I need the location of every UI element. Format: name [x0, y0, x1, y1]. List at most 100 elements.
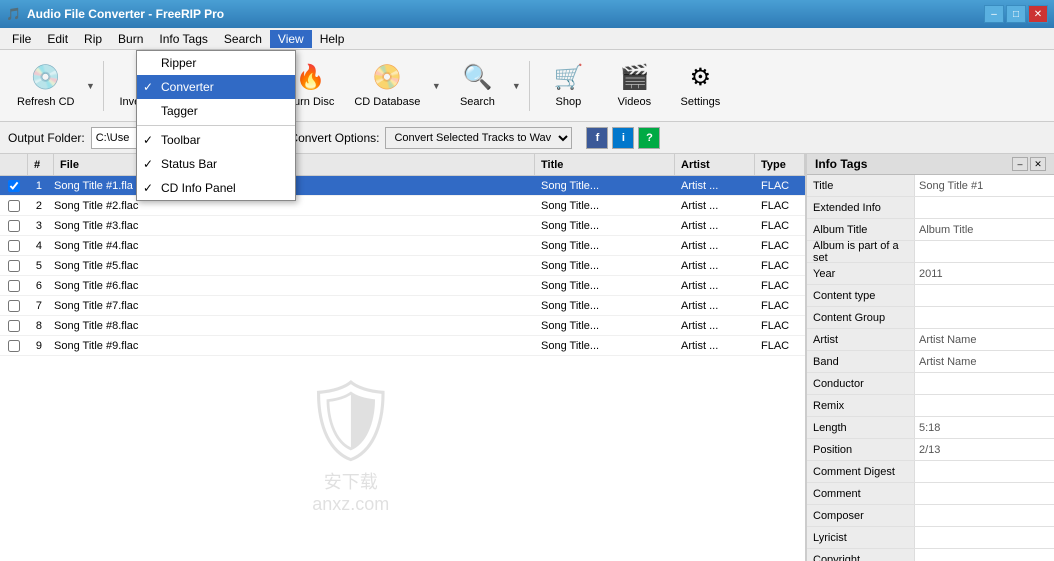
- help-button[interactable]: ?: [638, 127, 660, 149]
- menu-view[interactable]: View: [270, 30, 312, 48]
- shop-button[interactable]: 🛒 Shop: [536, 56, 600, 116]
- menu-item-toolbar[interactable]: Toolbar: [137, 128, 295, 152]
- row-title-5: Song Title...: [535, 280, 675, 292]
- info-panel-minimize[interactable]: –: [1012, 157, 1028, 171]
- toolbar-sep-1: [103, 61, 104, 111]
- row-file-1: Song Title #2.flac: [48, 200, 535, 212]
- info-label-16: Lyricist: [807, 527, 915, 548]
- info-value-11[interactable]: [915, 417, 1054, 438]
- facebook-button[interactable]: f: [586, 127, 608, 149]
- menu-bar: File Edit Rip Burn Info Tags Search View…: [0, 28, 1054, 50]
- row-checkbox-4[interactable]: [0, 260, 28, 272]
- row-checkbox-1[interactable]: [0, 200, 28, 212]
- search-group: 🔍 Search ▼: [445, 56, 523, 116]
- row-checkbox-5[interactable]: [0, 280, 28, 292]
- row-checkbox-6[interactable]: [0, 300, 28, 312]
- row-artist-7: Artist ...: [675, 320, 755, 332]
- maximize-button[interactable]: □: [1006, 5, 1026, 23]
- info-table: Title Extended Info Album Title Album is…: [807, 175, 1054, 561]
- info-value-7[interactable]: [915, 329, 1054, 350]
- menu-burn[interactable]: Burn: [110, 30, 151, 48]
- refresh-cd-arrow[interactable]: ▼: [83, 56, 97, 116]
- table-row[interactable]: 7 Song Title #7.flac Song Title... Artis…: [0, 296, 805, 316]
- refresh-cd-button[interactable]: 💿 Refresh CD: [8, 56, 83, 116]
- col-header-type: Type: [755, 154, 805, 175]
- menu-item-ripper[interactable]: Ripper: [137, 51, 295, 75]
- row-num-5: 6: [28, 280, 48, 292]
- file-rows-container: 1 Song Title #1.fla Song Title... Artist…: [0, 176, 805, 356]
- info-value-15[interactable]: [915, 505, 1054, 526]
- row-checkbox-3[interactable]: [0, 240, 28, 252]
- app-title: Audio File Converter - FreeRIP Pro: [27, 7, 224, 21]
- table-row[interactable]: 4 Song Title #4.flac Song Title... Artis…: [0, 236, 805, 256]
- info-value-6[interactable]: [915, 307, 1054, 328]
- search-button[interactable]: 🔍 Search: [445, 56, 509, 116]
- menu-item-converter[interactable]: Converter: [137, 75, 295, 99]
- info-value-9[interactable]: [915, 373, 1054, 394]
- table-row[interactable]: 3 Song Title #3.flac Song Title... Artis…: [0, 216, 805, 236]
- table-row[interactable]: 6 Song Title #6.flac Song Title... Artis…: [0, 276, 805, 296]
- row-checkbox-2[interactable]: [0, 220, 28, 232]
- info-value-2[interactable]: [915, 219, 1054, 240]
- row-checkbox-8[interactable]: [0, 340, 28, 352]
- menu-help[interactable]: Help: [312, 30, 353, 48]
- info-panel-close[interactable]: ✕: [1030, 157, 1046, 171]
- info-row: Copyright: [807, 549, 1054, 561]
- menu-search[interactable]: Search: [216, 30, 270, 48]
- info-button[interactable]: i: [612, 127, 634, 149]
- minimize-button[interactable]: –: [984, 5, 1004, 23]
- menu-item-tagger[interactable]: Tagger: [137, 99, 295, 123]
- info-row: Comment Digest: [807, 461, 1054, 483]
- title-bar-left: 🎵 Audio File Converter - FreeRIP Pro: [6, 7, 224, 21]
- table-row[interactable]: 2 Song Title #2.flac Song Title... Artis…: [0, 196, 805, 216]
- row-checkbox-0[interactable]: [0, 180, 28, 192]
- row-file-2: Song Title #3.flac: [48, 220, 535, 232]
- info-value-17[interactable]: [915, 549, 1054, 561]
- convert-options-select[interactable]: Convert Selected Tracks to Wav Convert A…: [385, 127, 572, 149]
- row-type-6: FLAC: [755, 300, 805, 312]
- info-label-8: Band: [807, 351, 915, 372]
- table-row[interactable]: 9 Song Title #9.flac Song Title... Artis…: [0, 336, 805, 356]
- table-row[interactable]: 8 Song Title #8.flac Song Title... Artis…: [0, 316, 805, 336]
- info-value-4[interactable]: [915, 263, 1054, 284]
- settings-button[interactable]: ⚙ Settings: [668, 56, 732, 116]
- menu-item-cd-info-panel[interactable]: CD Info Panel: [137, 176, 295, 200]
- info-value-1[interactable]: [915, 197, 1054, 218]
- row-type-0: FLAC: [755, 180, 805, 192]
- info-value-16[interactable]: [915, 527, 1054, 548]
- file-list: # File Title Artist Type 1 Song Title #1…: [0, 154, 806, 561]
- toolbar-sep-2: [529, 61, 530, 111]
- info-value-0[interactable]: [915, 175, 1054, 196]
- info-value-14[interactable]: [915, 483, 1054, 504]
- info-value-5[interactable]: [915, 285, 1054, 306]
- cd-database-button[interactable]: 📀 CD Database: [345, 56, 429, 116]
- table-row[interactable]: 1 Song Title #1.fla Song Title... Artist…: [0, 176, 805, 196]
- row-title-2: Song Title...: [535, 220, 675, 232]
- table-row[interactable]: 5 Song Title #5.flac Song Title... Artis…: [0, 256, 805, 276]
- row-checkbox-7[interactable]: [0, 320, 28, 332]
- info-value-13[interactable]: [915, 461, 1054, 482]
- info-panel-header: Info Tags – ✕: [807, 154, 1054, 175]
- menu-item-tagger-label: Tagger: [161, 104, 198, 118]
- row-type-4: FLAC: [755, 260, 805, 272]
- videos-button[interactable]: 🎬 Videos: [602, 56, 666, 116]
- app-icon: 🎵: [6, 7, 21, 21]
- col-header-title: Title: [535, 154, 675, 175]
- cd-database-arrow[interactable]: ▼: [429, 56, 443, 116]
- info-value-10[interactable]: [915, 395, 1054, 416]
- main-area: # File Title Artist Type 1 Song Title #1…: [0, 154, 1054, 561]
- menu-edit[interactable]: Edit: [39, 30, 76, 48]
- info-row: Comment: [807, 483, 1054, 505]
- menu-file[interactable]: File: [4, 30, 39, 48]
- menu-separator-1: [137, 125, 295, 126]
- close-button[interactable]: ✕: [1028, 5, 1048, 23]
- menu-info-tags[interactable]: Info Tags: [151, 30, 215, 48]
- info-value-12[interactable]: [915, 439, 1054, 460]
- menu-rip[interactable]: Rip: [76, 30, 110, 48]
- search-arrow[interactable]: ▼: [509, 56, 523, 116]
- menu-item-status-bar[interactable]: Status Bar: [137, 152, 295, 176]
- info-value-3[interactable]: [915, 241, 1054, 262]
- info-value-8[interactable]: [915, 351, 1054, 372]
- info-label-14: Comment: [807, 483, 915, 504]
- info-row: Position: [807, 439, 1054, 461]
